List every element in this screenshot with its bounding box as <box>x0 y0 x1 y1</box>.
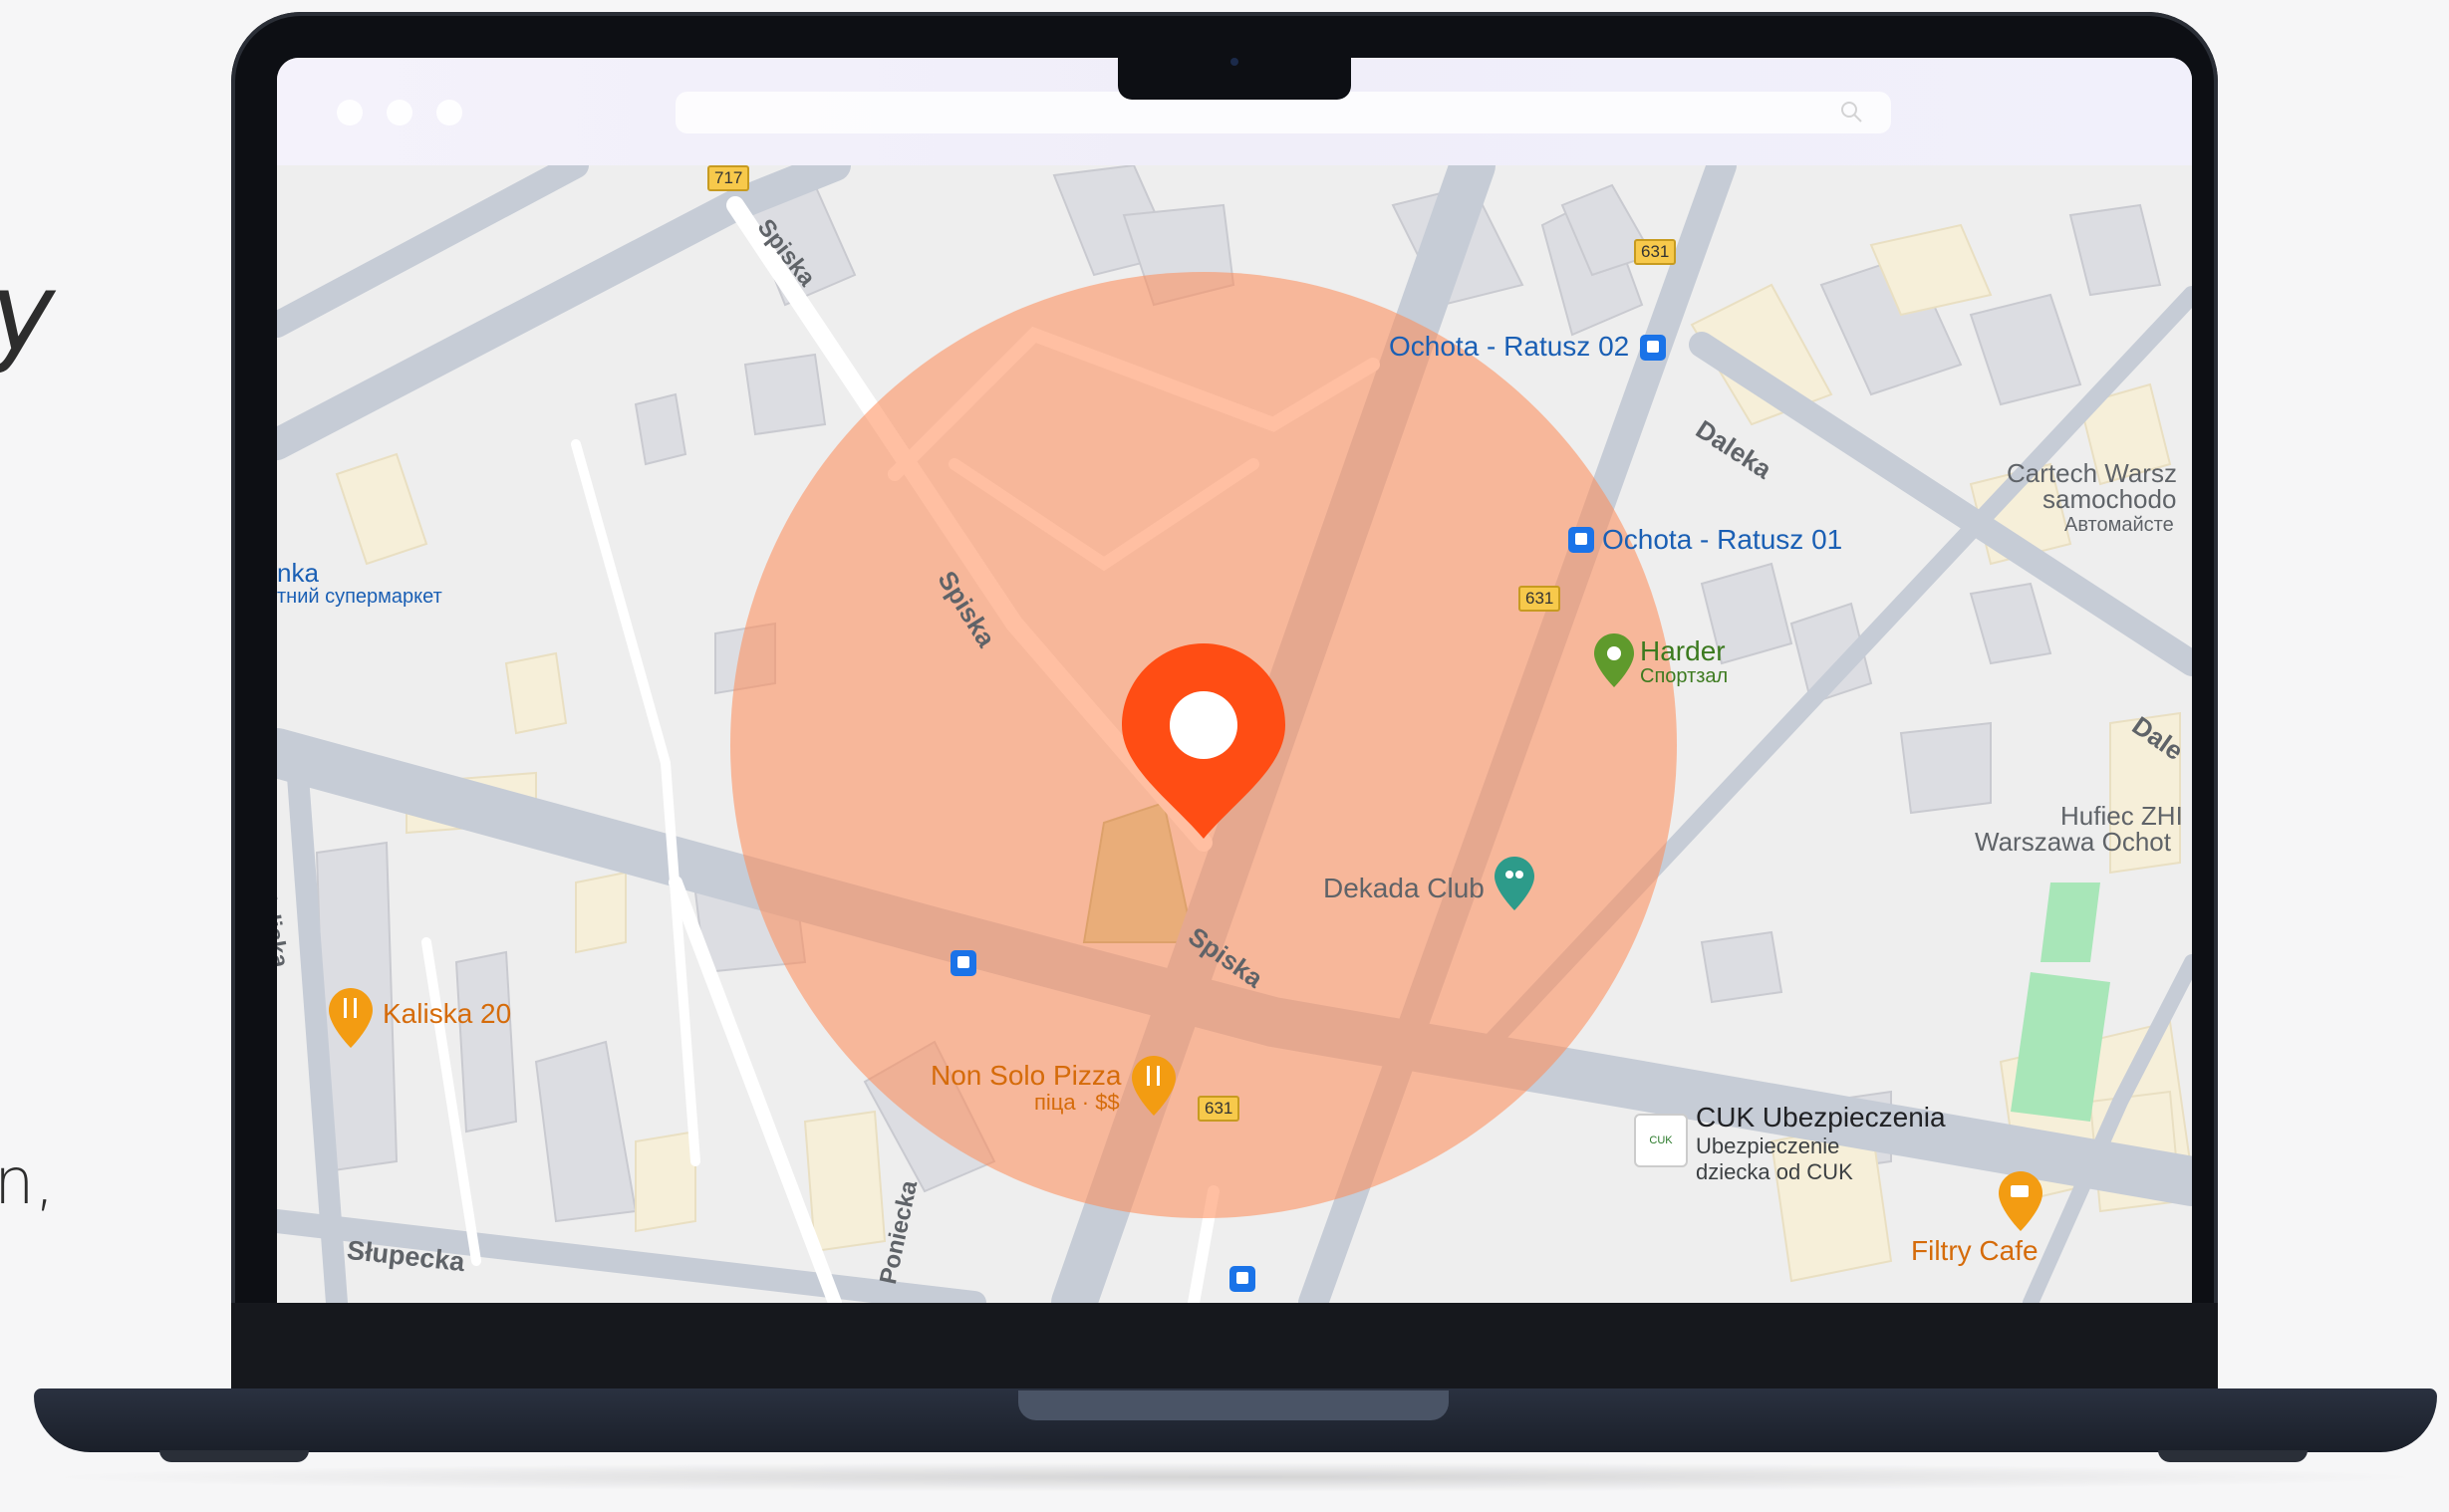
stop-label-ratusz-01[interactable]: Ochota - Ratusz 01 <box>1602 524 1842 556</box>
poi-label-dekada-club[interactable]: Dekada Club <box>1323 873 1485 904</box>
road-shield-717: 717 <box>707 165 750 191</box>
poi-label-cartech-3: Автомайсте <box>2064 514 2174 536</box>
poi-label-harder[interactable]: Harder <box>1640 635 1726 667</box>
edge-text-bottom: n, <box>0 1145 55 1219</box>
road-shield-631-bottom: 631 <box>1198 1096 1240 1122</box>
bus-stop-icon[interactable] <box>951 950 976 976</box>
poi-sublabel-non-solo-pizza: піца · $$ <box>1034 1090 1120 1115</box>
road-shield-631-mid: 631 <box>1518 586 1561 612</box>
stop-label-ratusz-02[interactable]: Ochota - Ratusz 02 <box>1389 331 1629 363</box>
restaurant-icon[interactable] <box>1132 1056 1176 1116</box>
poi-label-hufiec-2: Warszawa Ochot <box>1975 827 2171 857</box>
poi-sublabel-harder: Спортзал <box>1640 665 1729 687</box>
poi-label-cartech-2: samochodo <box>2042 484 2177 514</box>
restaurant-icon[interactable] <box>329 988 373 1048</box>
poi-label-non-solo-pizza[interactable]: Non Solo Pizza <box>931 1060 1121 1092</box>
laptop-shadow <box>34 1462 2437 1492</box>
poi-label-supermarket-1[interactable]: nka <box>277 558 319 589</box>
laptop-foot-right <box>2158 1450 2308 1462</box>
poi-sublabel-cuk-1: Ubezpieczenie <box>1696 1134 1840 1158</box>
base-opening <box>1018 1390 1449 1420</box>
bus-stop-icon[interactable] <box>1568 527 1594 553</box>
poi-sublabel-cuk-2: dziecka od CUK <box>1696 1159 1853 1184</box>
cuk-logo[interactable]: CUK <box>1634 1114 1688 1167</box>
map-view[interactable]: Spiska Spiska Spiska Daleka Dale Słupeck… <box>277 165 2192 1303</box>
search-icon[interactable] <box>1839 100 1863 124</box>
laptop-screen: Spiska Spiska Spiska Daleka Dale Słupeck… <box>277 58 2192 1303</box>
bus-stop-icon[interactable] <box>1229 1266 1255 1292</box>
poi-label-filtry-cafe[interactable]: Filtry Cafe <box>1911 1235 2039 1267</box>
window-minimize-dot[interactable] <box>387 100 412 126</box>
bus-stop-icon[interactable] <box>1640 335 1666 361</box>
camera-icon <box>1230 58 1238 66</box>
road-shield-631-top: 631 <box>1634 239 1677 265</box>
window-maximize-dot[interactable] <box>436 100 462 126</box>
gym-pin-icon[interactable] <box>1594 633 1634 687</box>
cafe-icon[interactable] <box>1999 1171 2042 1231</box>
poi-label-supermarket-2: тний супермаркет <box>277 586 442 608</box>
poi-label-cuk[interactable]: CUK Ubezpieczenia <box>1696 1102 1946 1134</box>
laptop-foot-left <box>159 1450 309 1462</box>
window-close-dot[interactable] <box>337 100 363 126</box>
poi-label-kaliska-20[interactable]: Kaliska 20 <box>383 998 511 1030</box>
theater-icon[interactable] <box>1495 857 1534 910</box>
edge-text-top: y <box>0 249 55 377</box>
map-pin-icon[interactable] <box>1122 643 1285 839</box>
